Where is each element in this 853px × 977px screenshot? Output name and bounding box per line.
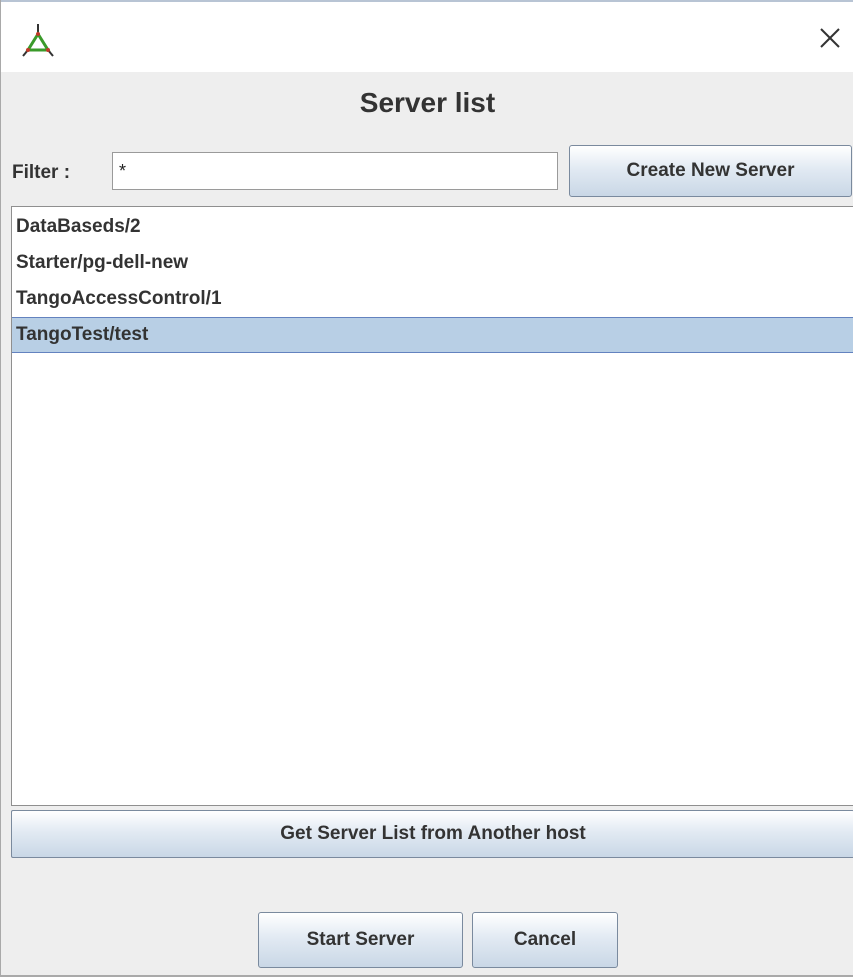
tango-logo-icon <box>21 20 55 60</box>
server-list[interactable]: DataBaseds/2 Starter/pg-dell-new TangoAc… <box>11 206 853 806</box>
cancel-button[interactable]: Cancel <box>472 912 618 968</box>
list-item[interactable]: TangoAccessControl/1 <box>12 281 853 317</box>
list-item[interactable]: Starter/pg-dell-new <box>12 245 853 281</box>
close-icon[interactable] <box>816 24 844 52</box>
dialog-title: Server list <box>359 87 496 118</box>
start-server-button[interactable]: Start Server <box>258 912 463 968</box>
filter-label: Filter : <box>12 162 71 183</box>
list-item[interactable]: DataBaseds/2 <box>12 209 853 245</box>
get-server-list-from-another-host-button[interactable]: Get Server List from Another host <box>11 810 853 858</box>
list-item-selected[interactable]: TangoTest/test <box>12 317 853 353</box>
create-new-server-button[interactable]: Create New Server <box>569 145 852 197</box>
filter-input[interactable] <box>112 152 558 190</box>
title-bar <box>1 2 853 72</box>
server-list-dialog: Server list Filter : Create New Server D… <box>0 0 853 977</box>
